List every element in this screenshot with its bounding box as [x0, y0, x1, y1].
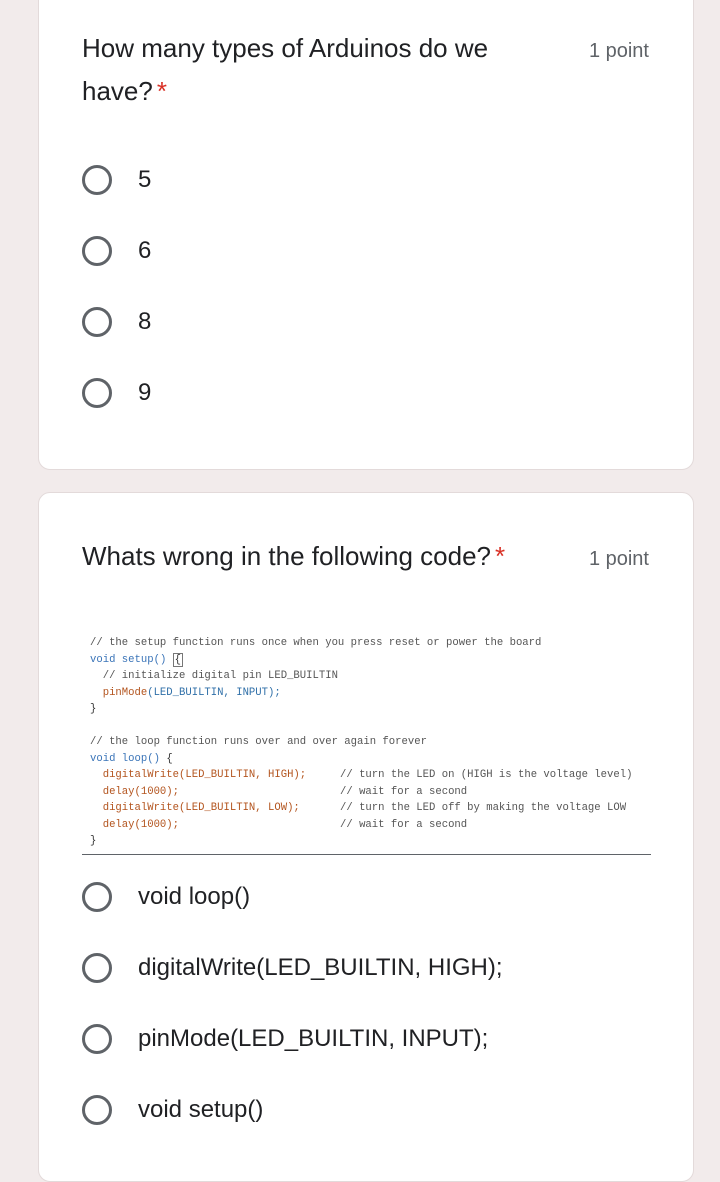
option-8[interactable]: 8 — [82, 304, 151, 340]
option-5[interactable]: 5 — [82, 162, 151, 198]
points-label: 1 point — [588, 548, 649, 570]
code-function: setup() — [121, 653, 167, 666]
required-asterisk: * — [495, 541, 506, 571]
question-title: Whats wrong in the following code? * — [82, 535, 582, 578]
option-label: digitalWrite(LED_BUILTIN, HIGH); — [138, 954, 503, 981]
radio-button[interactable] — [82, 307, 112, 337]
option-digitalwrite[interactable]: digitalWrite(LED_BUILTIN, HIGH); — [82, 950, 503, 986]
code-comment: // turn the LED on (HIGH is the voltage … — [340, 769, 633, 781]
radio-button[interactable] — [82, 165, 112, 195]
code-line: } — [90, 703, 97, 715]
option-void-loop[interactable]: void loop() — [82, 879, 250, 915]
radio-button[interactable] — [82, 1024, 112, 1054]
option-label: 6 — [138, 237, 152, 264]
question-card-code-error: Whats wrong in the following code? * 1 po… — [38, 492, 694, 1182]
option-void-setup[interactable]: void setup() — [82, 1092, 263, 1128]
code-args: (LED_BUILTIN, INPUT); — [147, 686, 281, 699]
code-comment: // initialize digital pin LED_BUILTIN — [90, 670, 338, 682]
question-title: How many types of Arduinos do we have? * — [82, 27, 512, 113]
option-6[interactable]: 6 — [82, 233, 151, 269]
code-brace: { — [166, 752, 173, 765]
code-statement: delay(1000); — [90, 785, 180, 798]
required-asterisk: * — [156, 76, 167, 106]
question-title-text: Whats wrong in the following code? — [82, 541, 492, 571]
code-brace-highlight: { — [172, 652, 184, 667]
radio-button[interactable] — [82, 1095, 112, 1125]
code-comment: // the setup function runs once when you… — [90, 637, 542, 649]
points-label: 1 point — [588, 40, 649, 62]
code-line: } — [90, 835, 97, 847]
code-comment: // turn the LED off by making the voltag… — [340, 802, 627, 814]
option-label: void setup() — [138, 1096, 264, 1123]
option-label: 5 — [138, 166, 152, 193]
radio-button[interactable] — [82, 882, 112, 912]
option-label: 8 — [138, 308, 152, 335]
radio-button[interactable] — [82, 953, 112, 983]
code-statement: delay(1000); — [90, 818, 180, 831]
option-label: pinMode(LED_BUILTIN, INPUT); — [138, 1025, 489, 1052]
code-comment: // the loop function runs over and over … — [90, 736, 427, 748]
radio-button[interactable] — [82, 378, 112, 408]
code-block: // the setup function runs once when you… — [90, 635, 632, 850]
option-9[interactable]: 9 — [82, 375, 151, 411]
code-function: pinMode — [90, 686, 148, 699]
code-image: // the setup function runs once when you… — [82, 621, 651, 855]
code-keyword: void — [90, 653, 116, 666]
question-title-text: How many types of Arduinos do we have? — [82, 33, 489, 106]
code-statement: digitalWrite(LED_BUILTIN, LOW); — [90, 802, 300, 814]
option-label: void loop() — [138, 883, 251, 910]
option-label: 9 — [138, 379, 152, 406]
option-pinmode[interactable]: pinMode(LED_BUILTIN, INPUT); — [82, 1021, 488, 1057]
code-comment: // wait for a second — [340, 785, 468, 798]
radio-button[interactable] — [82, 236, 112, 266]
code-comment: // wait for a second — [340, 818, 468, 831]
code-keyword: void — [90, 752, 116, 765]
code-function: loop() — [121, 752, 160, 765]
code-statement: digitalWrite(LED_BUILTIN, HIGH); — [90, 769, 307, 781]
question-card-arduino-types: How many types of Arduinos do we have? * … — [38, 0, 694, 470]
